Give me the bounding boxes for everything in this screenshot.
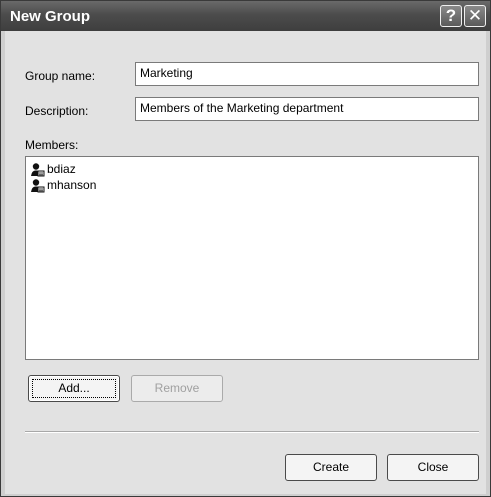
question-mark-icon: ? (445, 6, 457, 25)
list-item[interactable]: mhanson (30, 177, 474, 193)
description-field[interactable]: Members of the Marketing department (135, 97, 479, 121)
list-item[interactable]: bdiaz (30, 161, 474, 177)
close-icon: ✕ (467, 6, 483, 25)
member-name: mhanson (47, 178, 97, 192)
add-button[interactable]: Add... (28, 375, 120, 402)
members-list[interactable]: bdiaz mhanson (25, 156, 479, 360)
separator (25, 431, 479, 433)
help-button[interactable]: ? (440, 5, 462, 27)
user-icon (31, 162, 45, 176)
create-button[interactable]: Create (285, 454, 377, 481)
remove-button-label: Remove (154, 381, 200, 395)
create-button-label: Create (312, 460, 350, 474)
title-bar[interactable]: New Group ? ✕ (1, 1, 490, 31)
remove-button[interactable]: Remove (131, 375, 223, 402)
user-icon (31, 178, 45, 192)
member-name: bdiaz (47, 162, 76, 176)
focus-rectangle (32, 379, 116, 398)
title-close-button[interactable]: ✕ (464, 5, 486, 27)
dialog-body: Group name: Marketing Description: Membe… (5, 31, 486, 494)
description-label: Description: (25, 104, 89, 118)
close-button-label: Close (417, 460, 449, 474)
close-button[interactable]: Close (387, 454, 479, 481)
group-name-field[interactable]: Marketing (135, 62, 479, 86)
members-label: Members: (25, 138, 79, 152)
dialog-title: New Group (10, 8, 91, 25)
new-group-dialog: New Group ? ✕ Group name: Marketing Desc… (0, 0, 491, 497)
group-name-label: Group name: (25, 69, 96, 83)
